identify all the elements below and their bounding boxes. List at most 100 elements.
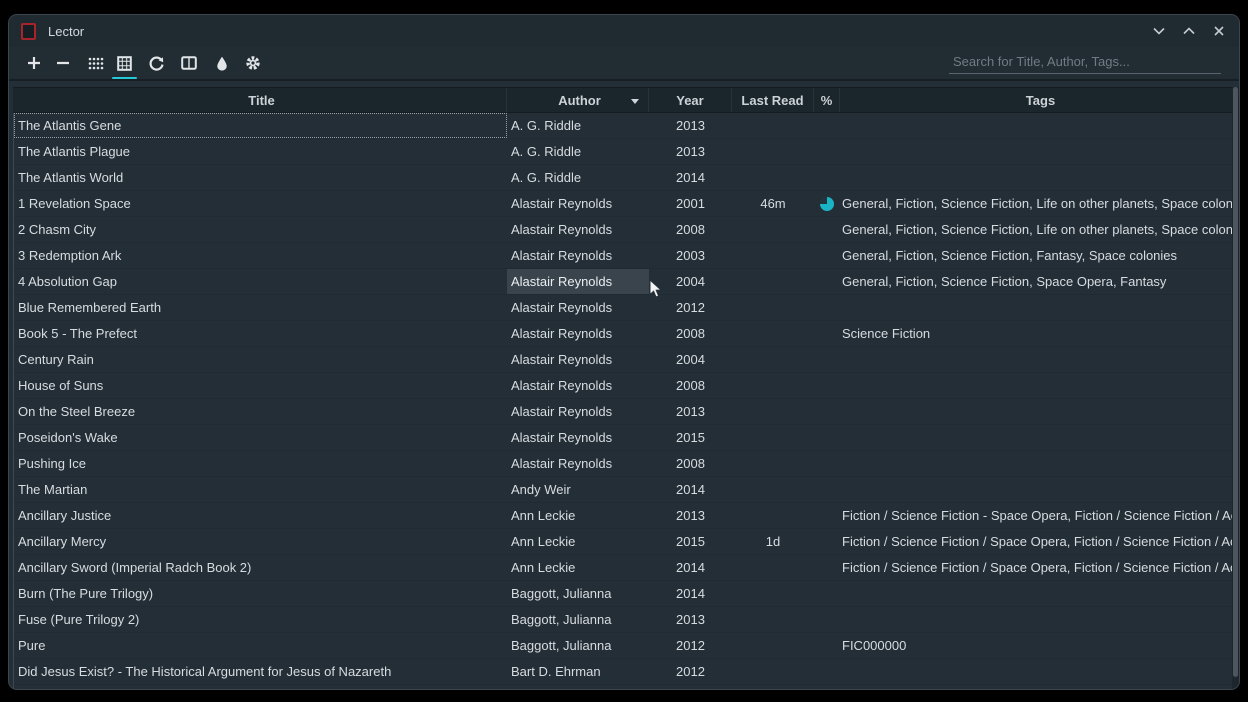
cell-author[interactable]: Alastair Reynolds xyxy=(507,269,649,294)
cell-author[interactable]: Ann Leckie xyxy=(507,529,649,554)
cell-percent[interactable] xyxy=(814,243,840,268)
table-row[interactable]: Poseidon's Wake Alastair Reynolds 2015 xyxy=(14,425,1239,451)
cell-last-read[interactable] xyxy=(732,425,814,450)
search-input[interactable] xyxy=(949,52,1221,74)
cell-year[interactable]: 2013 xyxy=(649,139,732,164)
cell-title[interactable]: Burn (The Pure Trilogy) xyxy=(14,581,507,606)
cell-last-read[interactable] xyxy=(732,659,814,684)
cell-author[interactable]: Alastair Reynolds xyxy=(507,451,649,476)
cell-tags[interactable] xyxy=(840,373,1239,398)
cell-year[interactable]: 2015 xyxy=(649,529,732,554)
cell-last-read[interactable] xyxy=(732,139,814,164)
cell-author[interactable]: Baggott, Julianna xyxy=(507,633,649,658)
cell-title[interactable]: The Martian xyxy=(14,477,507,502)
cell-tags[interactable] xyxy=(840,165,1239,190)
cell-percent[interactable] xyxy=(814,477,840,502)
table-row[interactable]: The Atlantis World A. G. Riddle 2014 xyxy=(14,165,1239,191)
cell-year[interactable]: 2013 xyxy=(649,607,732,632)
cell-percent[interactable] xyxy=(814,191,840,216)
cell-title[interactable]: Poseidon's Wake xyxy=(14,425,507,450)
table-row[interactable]: Blue Remembered Earth Alastair Reynolds … xyxy=(14,295,1239,321)
cell-last-read[interactable] xyxy=(732,451,814,476)
add-book-button[interactable] xyxy=(19,48,48,78)
cell-last-read[interactable] xyxy=(732,165,814,190)
table-row[interactable]: Ancillary Sword (Imperial Radch Book 2) … xyxy=(14,555,1239,581)
cell-author[interactable]: Andy Weir xyxy=(507,477,649,502)
cell-tags[interactable] xyxy=(840,399,1239,424)
cell-last-read[interactable] xyxy=(732,555,814,580)
cell-percent[interactable] xyxy=(814,451,840,476)
cell-author[interactable]: A. G. Riddle xyxy=(507,139,649,164)
delete-book-button[interactable] xyxy=(48,48,77,78)
cell-tags[interactable] xyxy=(840,477,1239,502)
column-header-title[interactable]: Title xyxy=(13,88,507,112)
cell-tags[interactable] xyxy=(840,295,1239,320)
cell-percent[interactable] xyxy=(814,633,840,658)
column-header-author[interactable]: Author xyxy=(507,88,649,112)
cell-year[interactable]: 2004 xyxy=(649,347,732,372)
table-row[interactable]: Century Rain Alastair Reynolds 2004 xyxy=(14,347,1239,373)
cell-year[interactable]: 2001 xyxy=(649,191,732,216)
cell-last-read[interactable] xyxy=(732,503,814,528)
cell-year[interactable]: 2014 xyxy=(649,581,732,606)
cell-percent[interactable] xyxy=(814,529,840,554)
table-row[interactable]: Did Jesus Exist? - The Historical Argume… xyxy=(14,659,1239,685)
cell-author[interactable]: Ann Leckie xyxy=(507,555,649,580)
cell-tags[interactable]: General, Fiction, Science Fiction, Fanta… xyxy=(840,243,1239,268)
cell-year[interactable]: 2012 xyxy=(649,659,732,684)
cell-year[interactable]: 2015 xyxy=(649,425,732,450)
cell-title[interactable]: 1 Revelation Space xyxy=(14,191,507,216)
cell-percent[interactable] xyxy=(814,607,840,632)
cell-title[interactable]: Century Rain xyxy=(14,347,507,372)
cell-title[interactable]: Book 5 - The Prefect xyxy=(14,321,507,346)
cell-author[interactable]: Alastair Reynolds xyxy=(507,217,649,242)
cell-year[interactable]: 2008 xyxy=(649,373,732,398)
table-row[interactable]: Burn (The Pure Trilogy) Baggott, Juliann… xyxy=(14,581,1239,607)
cell-title[interactable]: Blue Remembered Earth xyxy=(14,295,507,320)
cell-author[interactable]: Baggott, Julianna xyxy=(507,607,649,632)
cell-author[interactable]: Alastair Reynolds xyxy=(507,425,649,450)
cell-author[interactable]: Alastair Reynolds xyxy=(507,399,649,424)
table-row[interactable]: The Atlantis Plague A. G. Riddle 2013 xyxy=(14,139,1239,165)
cell-title[interactable]: 3 Redemption Ark xyxy=(14,243,507,268)
open-book-button[interactable] xyxy=(174,48,203,78)
vertical-scrollbar[interactable] xyxy=(1232,87,1239,689)
cell-last-read[interactable] xyxy=(732,269,814,294)
cell-tags[interactable]: Science Fiction xyxy=(840,321,1239,346)
cell-title[interactable]: Pure xyxy=(14,633,507,658)
cell-last-read[interactable] xyxy=(732,477,814,502)
cell-last-read[interactable]: 46m xyxy=(732,191,814,216)
reload-library-button[interactable] xyxy=(142,48,171,78)
cell-percent[interactable] xyxy=(814,659,840,684)
cell-tags[interactable] xyxy=(840,425,1239,450)
table-row[interactable]: Pure Baggott, Julianna 2012 FIC000000 xyxy=(14,633,1239,659)
table-row[interactable]: The Atlantis Gene A. G. Riddle 2013 xyxy=(14,113,1239,139)
cell-year[interactable]: 2008 xyxy=(649,321,732,346)
cell-author[interactable]: Alastair Reynolds xyxy=(507,295,649,320)
cell-author[interactable]: Ann Leckie xyxy=(507,503,649,528)
cell-percent[interactable] xyxy=(814,139,840,164)
table-row[interactable]: 4 Absolution Gap Alastair Reynolds 2004 … xyxy=(14,269,1239,295)
cell-tags[interactable] xyxy=(840,607,1239,632)
cell-title[interactable]: The Atlantis World xyxy=(14,165,507,190)
table-row[interactable]: House of Suns Alastair Reynolds 2008 xyxy=(14,373,1239,399)
cell-year[interactable]: 2014 xyxy=(649,165,732,190)
cell-author[interactable]: Alastair Reynolds xyxy=(507,373,649,398)
cell-percent[interactable] xyxy=(814,399,840,424)
cell-last-read[interactable]: 1d xyxy=(732,529,814,554)
cell-percent[interactable] xyxy=(814,113,840,138)
cell-title[interactable]: 4 Absolution Gap xyxy=(14,269,507,294)
cell-tags[interactable]: Fiction / Science Fiction / Space Opera,… xyxy=(840,529,1239,554)
cell-last-read[interactable] xyxy=(732,217,814,242)
settings-button[interactable] xyxy=(238,48,267,78)
cell-tags[interactable]: General, Fiction, Science Fiction, Space… xyxy=(840,269,1239,294)
cell-percent[interactable] xyxy=(814,581,840,606)
cell-percent[interactable] xyxy=(814,269,840,294)
cell-author[interactable]: Baggott, Julianna xyxy=(507,581,649,606)
cell-percent[interactable] xyxy=(814,503,840,528)
cell-title[interactable]: House of Suns xyxy=(14,373,507,398)
table-row[interactable]: 1 Revelation Space Alastair Reynolds 200… xyxy=(14,191,1239,217)
cell-last-read[interactable] xyxy=(732,633,814,658)
cell-last-read[interactable] xyxy=(732,347,814,372)
cell-tags[interactable] xyxy=(840,347,1239,372)
